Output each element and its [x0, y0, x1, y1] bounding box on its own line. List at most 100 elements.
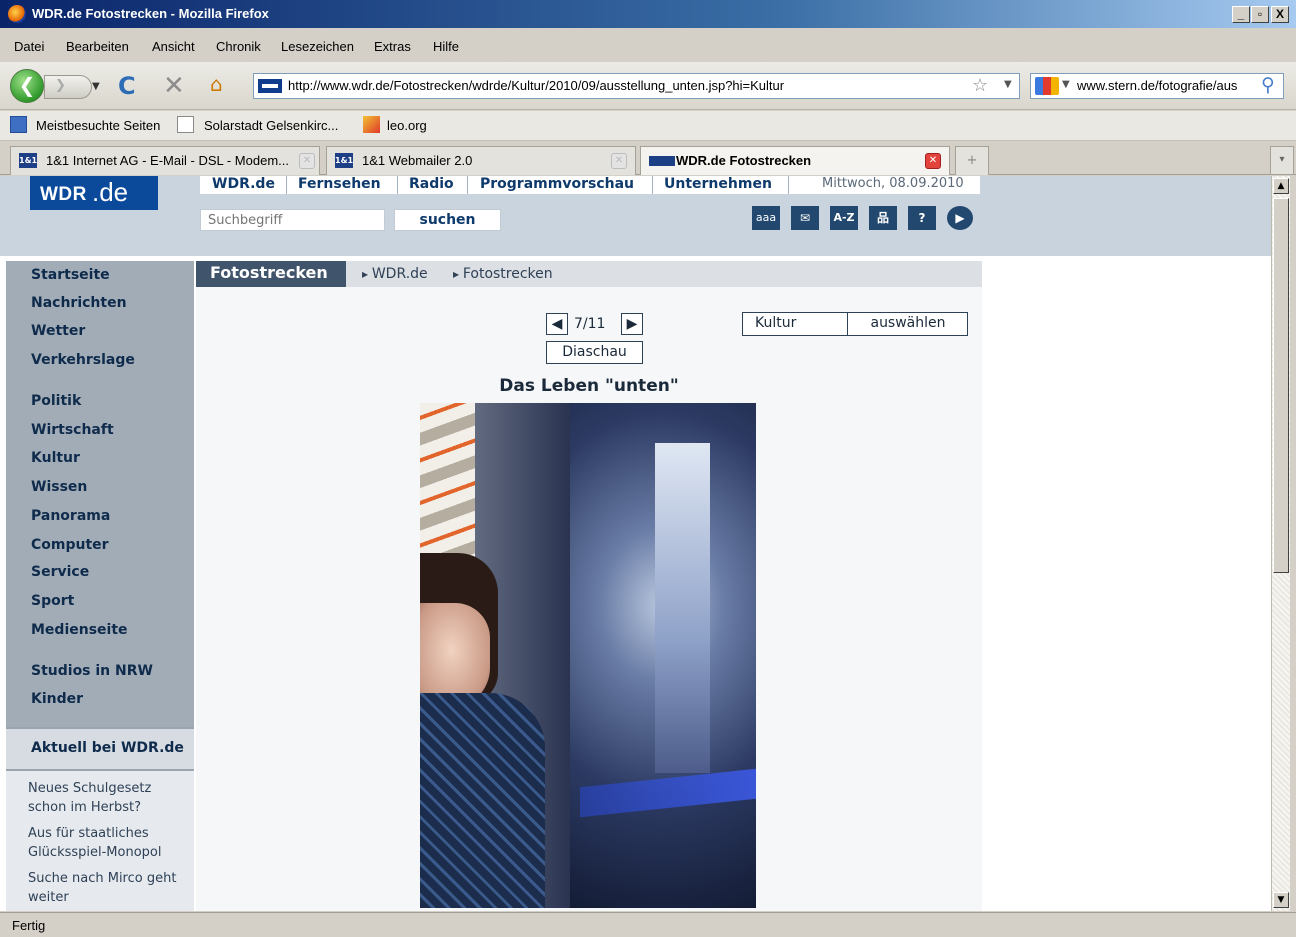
nav-kinder[interactable]: Kinder [31, 691, 83, 707]
photo-floor [580, 768, 756, 818]
divider [467, 176, 468, 194]
site-favicon [258, 79, 282, 93]
photo-corridor [655, 443, 710, 773]
tab-favicon [649, 156, 675, 166]
breadcrumb-fotostrecken[interactable]: Fotostrecken [453, 266, 553, 282]
back-button[interactable]: ❮ [10, 69, 44, 103]
maximize-button[interactable]: ▫ [1251, 6, 1269, 23]
tab-close-icon[interactable]: ✕ [299, 153, 315, 169]
menu-bearbeiten[interactable]: Bearbeiten [66, 39, 129, 54]
bookmark-most-visited[interactable]: Meistbesuchte Seiten [36, 118, 160, 133]
reload-icon[interactable]: C [118, 72, 136, 100]
menu-hilfe[interactable]: Hilfe [433, 39, 459, 54]
slideshow-button[interactable]: Diaschau [546, 341, 643, 364]
url-dropdown-icon[interactable]: ▼ [1004, 79, 1012, 90]
search-bar-text[interactable]: www.stern.de/fotografie/aus [1077, 78, 1257, 93]
topnav-radio[interactable]: Radio [409, 176, 454, 192]
player-icon[interactable]: ▶ [947, 206, 973, 230]
logo-wdr: WDR [40, 184, 87, 205]
search-bar[interactable]: ▼ www.stern.de/fotografie/aus ⚲ [1030, 73, 1284, 99]
sitemap-icon[interactable]: 品 [869, 206, 897, 230]
browser-window: WDR.de Fotostrecken - Mozilla Firefox _ … [0, 0, 1296, 937]
site-search-button[interactable]: suchen [394, 209, 501, 231]
gallery-photo[interactable] [420, 403, 756, 908]
forward-button[interactable]: ❯ [44, 75, 92, 99]
logo-de: .de [92, 177, 129, 207]
tab-favicon: 1&1 [19, 153, 37, 168]
nav-computer[interactable]: Computer [31, 537, 109, 553]
font-size-icon[interactable]: aaa [752, 206, 780, 230]
news-item[interactable]: Suche nach Mirco geht weiter [28, 869, 188, 907]
vertical-scrollbar[interactable]: ▲ ▼ [1271, 176, 1290, 911]
tab-1und1-internet[interactable]: 1&1 1&1 Internet AG - E-Mail - DSL - Mod… [10, 146, 320, 175]
nav-service[interactable]: Service [31, 564, 89, 580]
tab-label: 1&1 Internet AG - E-Mail - DSL - Modem..… [46, 153, 289, 168]
nav-medienseite[interactable]: Medienseite [31, 622, 128, 638]
stop-icon[interactable]: ✕ [163, 71, 185, 101]
history-dropdown-icon[interactable]: ▼ [92, 81, 100, 92]
tab-close-icon[interactable]: ✕ [611, 153, 627, 169]
new-tab-button[interactable]: + [955, 146, 989, 175]
tab-bar: 1&1 1&1 Internet AG - E-Mail - DSL - Mod… [0, 142, 1296, 175]
nav-studios-in-nrw[interactable]: Studios in NRW [31, 663, 153, 679]
mail-icon[interactable]: ✉ [791, 206, 819, 230]
top-navigation: WDR.de Fernsehen Radio Programmvorschau … [200, 176, 980, 194]
help-icon[interactable]: ? [908, 206, 936, 230]
navigation-toolbar: ❮ ❯ ▼ C ✕ ⌂ http://www.wdr.de/Fotostreck… [0, 62, 1296, 110]
menu-chronik[interactable]: Chronik [216, 39, 261, 54]
nav-wissen[interactable]: Wissen [31, 479, 87, 495]
nav-nachrichten[interactable]: Nachrichten [31, 295, 127, 311]
nav-startseite[interactable]: Startseite [31, 267, 110, 283]
tab-label: WDR.de Fotostrecken [676, 153, 812, 168]
photo-sweater [420, 693, 545, 908]
current-date: Mittwoch, 08.09.2010 [822, 176, 964, 191]
nav-wirtschaft[interactable]: Wirtschaft [31, 422, 114, 438]
divider [652, 176, 653, 194]
tab-close-icon[interactable]: ✕ [925, 153, 941, 169]
bookmark-star-icon[interactable]: ☆ [972, 75, 988, 96]
search-icon[interactable]: ⚲ [1261, 74, 1275, 96]
scroll-thumb[interactable] [1273, 198, 1289, 573]
bookmark-solarstadt[interactable]: Solarstadt Gelsenkirc... [204, 118, 338, 133]
minimize-button[interactable]: _ [1232, 6, 1250, 23]
site-search-input[interactable] [200, 209, 385, 231]
divider [286, 176, 287, 194]
nav-panorama[interactable]: Panorama [31, 508, 110, 524]
category-select-button[interactable]: auswählen [849, 313, 967, 335]
nav-sport[interactable]: Sport [31, 593, 74, 609]
tab-list-icon[interactable]: ▾ [1270, 146, 1294, 175]
url-text[interactable]: http://www.wdr.de/Fotostrecken/wdrde/Kul… [288, 78, 784, 93]
url-bar[interactable]: http://www.wdr.de/Fotostrecken/wdrde/Kul… [253, 73, 1020, 99]
nav-kultur[interactable]: Kultur [31, 450, 80, 466]
next-photo-button[interactable]: ▶ [621, 313, 643, 335]
news-item[interactable]: Neues Schulgesetz schon im Herbst? [28, 779, 188, 817]
topnav-programmvorschau[interactable]: Programmvorschau [480, 176, 634, 192]
news-item[interactable]: Aus für staatliches Glücksspiel-Monopol [28, 824, 188, 862]
search-engine-icon[interactable] [1035, 77, 1059, 95]
menu-ansicht[interactable]: Ansicht [152, 39, 195, 54]
topnav-fernsehen[interactable]: Fernsehen [298, 176, 381, 192]
tab-webmailer[interactable]: 1&1 1&1 Webmailer 2.0 ✕ [326, 146, 636, 175]
menu-lesezeichen[interactable]: Lesezeichen [281, 39, 354, 54]
home-icon[interactable]: ⌂ [210, 72, 223, 96]
search-engine-dropdown-icon[interactable]: ▼ [1062, 79, 1070, 90]
close-button[interactable]: X [1271, 6, 1289, 23]
bookmark-leo[interactable]: leo.org [387, 118, 427, 133]
breadcrumb-wdr-de[interactable]: WDR.de [362, 266, 428, 282]
az-index-icon[interactable]: A-Z [830, 206, 858, 230]
menu-datei[interactable]: Datei [14, 39, 44, 54]
nav-verkehrslage[interactable]: Verkehrslage [31, 352, 135, 368]
category-select[interactable]: Kultur [743, 313, 848, 335]
wdr-logo[interactable]: WDR .de [30, 176, 158, 210]
scroll-down-icon[interactable]: ▼ [1273, 892, 1289, 908]
topnav-unternehmen[interactable]: Unternehmen [664, 176, 772, 192]
title-bar: WDR.de Fotostrecken - Mozilla Firefox _ … [0, 0, 1296, 28]
status-text: Fertig [12, 918, 46, 933]
scroll-up-icon[interactable]: ▲ [1273, 178, 1289, 194]
menu-extras[interactable]: Extras [374, 39, 411, 54]
tab-wdr-fotostrecken[interactable]: WDR.de Fotostrecken ✕ [640, 146, 950, 175]
topnav-wdr-de[interactable]: WDR.de [212, 176, 275, 192]
nav-politik[interactable]: Politik [31, 393, 81, 409]
nav-wetter[interactable]: Wetter [31, 323, 85, 339]
previous-photo-button[interactable]: ◀ [546, 313, 568, 335]
